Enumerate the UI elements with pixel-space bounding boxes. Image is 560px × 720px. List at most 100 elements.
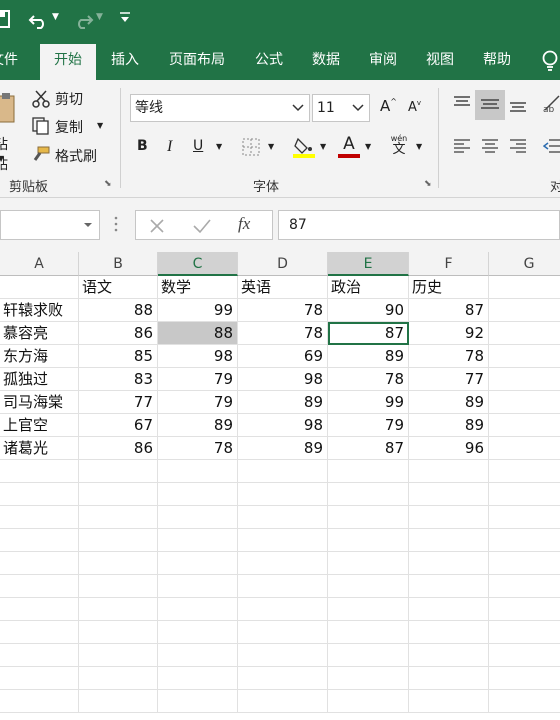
- cell-c19[interactable]: [158, 690, 238, 713]
- cell-f7[interactable]: 89: [409, 414, 489, 437]
- cell-d16[interactable]: [238, 621, 328, 644]
- cell-b6[interactable]: 77: [79, 391, 158, 414]
- cell-a11[interactable]: [0, 506, 79, 529]
- align-center-icon[interactable]: [480, 136, 500, 156]
- tab-help[interactable]: 帮助: [472, 40, 522, 80]
- cell-f8[interactable]: 96: [409, 437, 489, 460]
- cell-d14[interactable]: [238, 575, 328, 598]
- cell-d18[interactable]: [238, 667, 328, 690]
- cell-g17[interactable]: [489, 644, 560, 667]
- column-header-g[interactable]: G: [489, 252, 560, 276]
- cell-a10[interactable]: [0, 483, 79, 506]
- tab-review[interactable]: 审阅: [358, 40, 408, 80]
- cell-b17[interactable]: [79, 644, 158, 667]
- cell-d4[interactable]: 69: [238, 345, 328, 368]
- more-options-icon[interactable]: [114, 215, 118, 235]
- cell-g2[interactable]: [489, 299, 560, 322]
- cell-a1[interactable]: [0, 276, 79, 299]
- cell-c17[interactable]: [158, 644, 238, 667]
- cell-c12[interactable]: [158, 529, 238, 552]
- formula-bar-input[interactable]: 87: [278, 210, 560, 240]
- cell-c8[interactable]: 78: [158, 437, 238, 460]
- cell-g3[interactable]: [489, 322, 560, 345]
- cell-b13[interactable]: [79, 552, 158, 575]
- worksheet-grid[interactable]: A B C D E F G 语文 数学 英语 政治 历史 轩辕求败 88 99 78 90 87 慕容亮 86 88 78…: [0, 252, 560, 720]
- cell-d15[interactable]: [238, 598, 328, 621]
- cell-a2[interactable]: 轩辕求败: [0, 299, 79, 322]
- cell-f11[interactable]: [409, 506, 489, 529]
- font-color-dropdown-icon[interactable]: ▼: [365, 142, 371, 151]
- grow-font-button[interactable]: A^: [380, 97, 397, 115]
- cell-b14[interactable]: [79, 575, 158, 598]
- cell-b7[interactable]: 67: [79, 414, 158, 437]
- cell-c18[interactable]: [158, 667, 238, 690]
- cell-e17[interactable]: [328, 644, 409, 667]
- cell-e8[interactable]: 87: [328, 437, 409, 460]
- undo-dropdown-icon[interactable]: ▼: [52, 12, 59, 22]
- cell-f9[interactable]: [409, 460, 489, 483]
- align-right-icon[interactable]: [508, 136, 528, 156]
- align-top-icon[interactable]: [452, 94, 472, 114]
- cell-a4[interactable]: 东方海: [0, 345, 79, 368]
- cell-e3[interactable]: 87: [328, 322, 409, 345]
- phonetic-button[interactable]: wén 文: [388, 133, 410, 156]
- font-name-select[interactable]: 等线: [130, 94, 310, 122]
- cell-f3[interactable]: 92: [409, 322, 489, 345]
- cell-c11[interactable]: [158, 506, 238, 529]
- cell-c1[interactable]: 数学: [158, 276, 238, 299]
- underline-dropdown-icon[interactable]: ▼: [216, 142, 222, 151]
- cancel-icon[interactable]: [148, 217, 166, 235]
- tab-data[interactable]: 数据: [300, 40, 352, 80]
- cell-e11[interactable]: [328, 506, 409, 529]
- cell-d13[interactable]: [238, 552, 328, 575]
- cell-e1[interactable]: 政治: [328, 276, 409, 299]
- font-size-select[interactable]: 11: [312, 94, 370, 122]
- redo-icon[interactable]: [72, 10, 94, 30]
- cell-a18[interactable]: [0, 667, 79, 690]
- cell-e19[interactable]: [328, 690, 409, 713]
- name-box[interactable]: [0, 210, 100, 240]
- cell-c10[interactable]: [158, 483, 238, 506]
- lightbulb-icon[interactable]: [540, 50, 560, 72]
- cell-g19[interactable]: [489, 690, 560, 713]
- clipboard-launcher-icon[interactable]: ⬊: [104, 179, 112, 189]
- cell-a17[interactable]: [0, 644, 79, 667]
- cell-c13[interactable]: [158, 552, 238, 575]
- cell-d10[interactable]: [238, 483, 328, 506]
- italic-button[interactable]: I: [167, 138, 172, 156]
- cell-f4[interactable]: 78: [409, 345, 489, 368]
- cell-e18[interactable]: [328, 667, 409, 690]
- undo-icon[interactable]: [28, 10, 50, 30]
- copy-button[interactable]: 复制: [55, 117, 83, 137]
- borders-dropdown-icon[interactable]: ▼: [268, 142, 274, 151]
- cell-f5[interactable]: 77: [409, 368, 489, 391]
- cell-a7[interactable]: 上官空: [0, 414, 79, 437]
- cell-g9[interactable]: [489, 460, 560, 483]
- enter-icon[interactable]: [192, 217, 212, 235]
- cell-f19[interactable]: [409, 690, 489, 713]
- cell-e13[interactable]: [328, 552, 409, 575]
- cell-e14[interactable]: [328, 575, 409, 598]
- cell-b4[interactable]: 85: [79, 345, 158, 368]
- cell-a19[interactable]: [0, 690, 79, 713]
- tab-formulas[interactable]: 公式: [244, 40, 294, 80]
- cell-b19[interactable]: [79, 690, 158, 713]
- cell-c2[interactable]: 99: [158, 299, 238, 322]
- cell-d12[interactable]: [238, 529, 328, 552]
- cell-c7[interactable]: 89: [158, 414, 238, 437]
- cell-d6[interactable]: 89: [238, 391, 328, 414]
- cut-button[interactable]: 剪切: [55, 89, 83, 109]
- cell-a8[interactable]: 诸葛光: [0, 437, 79, 460]
- cell-a15[interactable]: [0, 598, 79, 621]
- cell-g16[interactable]: [489, 621, 560, 644]
- cell-g10[interactable]: [489, 483, 560, 506]
- cell-e6[interactable]: 99: [328, 391, 409, 414]
- cell-a3[interactable]: 慕容亮: [0, 322, 79, 345]
- cell-d11[interactable]: [238, 506, 328, 529]
- cell-e5[interactable]: 78: [328, 368, 409, 391]
- cell-a16[interactable]: [0, 621, 79, 644]
- cell-e12[interactable]: [328, 529, 409, 552]
- cell-e10[interactable]: [328, 483, 409, 506]
- cell-e9[interactable]: [328, 460, 409, 483]
- cell-c14[interactable]: [158, 575, 238, 598]
